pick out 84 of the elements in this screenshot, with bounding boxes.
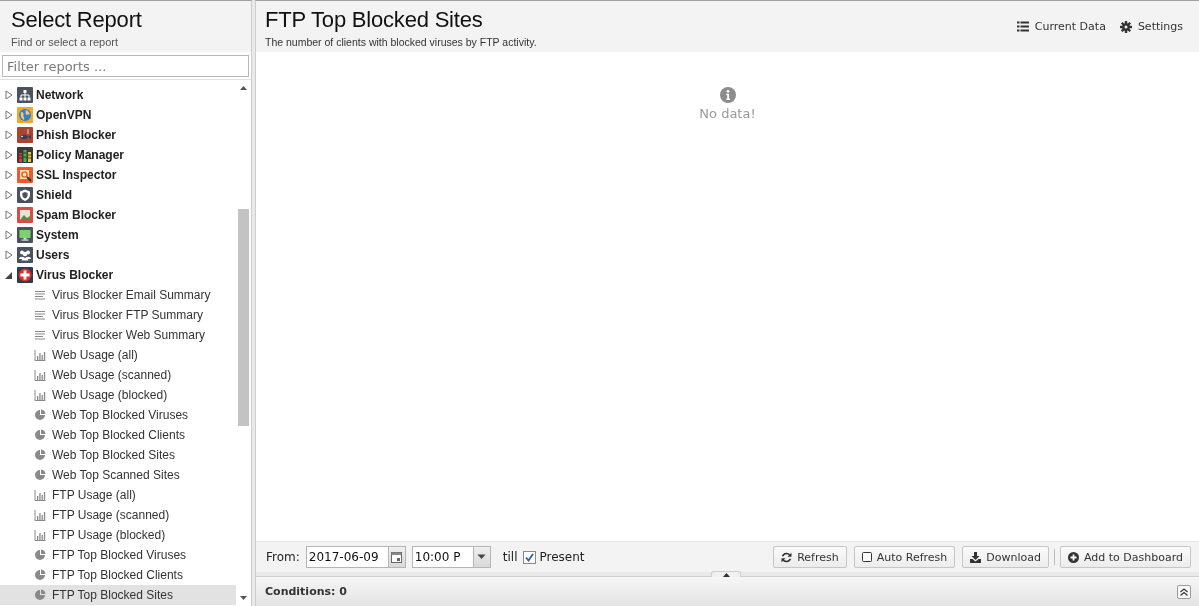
network-icon bbox=[17, 87, 33, 103]
bar-chart-icon bbox=[34, 389, 46, 401]
bar-chart-icon bbox=[34, 529, 46, 541]
double-chevron-icon bbox=[1180, 587, 1188, 596]
tree-item[interactable]: Spam Blocker bbox=[0, 205, 236, 225]
tree-item[interactable]: Virus Blocker bbox=[0, 265, 236, 285]
report-title: FTP Top Blocked Sites bbox=[265, 7, 483, 33]
fish-icon bbox=[17, 127, 33, 143]
pie-chart-icon bbox=[34, 449, 46, 461]
splitter-handle[interactable] bbox=[711, 571, 741, 577]
download-icon bbox=[970, 551, 982, 563]
tree-item[interactable]: FTP Usage (all) bbox=[0, 485, 236, 505]
users-icon bbox=[17, 247, 33, 263]
triangle-icon[interactable] bbox=[5, 270, 13, 280]
caret-down-icon bbox=[477, 554, 487, 560]
auto-refresh-button[interactable]: Auto Refresh bbox=[853, 546, 956, 568]
current-data-button[interactable]: Current Data bbox=[1016, 20, 1106, 33]
present-checkbox[interactable] bbox=[522, 550, 536, 564]
pie-chart-icon bbox=[34, 549, 46, 561]
panel-title: Select Report bbox=[11, 7, 142, 33]
tree-item[interactable]: Web Usage (blocked) bbox=[0, 385, 236, 405]
tree-item[interactable]: Virus Blocker Web Summary bbox=[0, 325, 236, 345]
tree-item[interactable]: FTP Top Blocked Clients bbox=[0, 565, 236, 585]
tree-item[interactable]: Web Usage (scanned) bbox=[0, 365, 236, 385]
collapse-button[interactable] bbox=[1177, 584, 1191, 599]
bar-chart-icon bbox=[34, 369, 46, 381]
date-field[interactable]: 2017-06-09 bbox=[305, 546, 389, 568]
picture-icon bbox=[17, 207, 33, 223]
pie-chart-icon bbox=[34, 429, 46, 441]
bar-chart-icon bbox=[34, 489, 46, 501]
tree-item[interactable]: Web Top Blocked Viruses bbox=[0, 405, 236, 425]
tree-item[interactable]: FTP Usage (scanned) bbox=[0, 505, 236, 525]
add-to-dashboard-button[interactable]: Add to Dashboard bbox=[1060, 546, 1191, 568]
tree-item[interactable]: FTP Top Blocked Viruses bbox=[0, 545, 236, 565]
monitor-icon bbox=[17, 227, 33, 243]
filter-field[interactable]: Filter reports ... bbox=[2, 55, 249, 77]
tree-item[interactable]: Web Top Scanned Sites bbox=[0, 465, 236, 485]
certificate-icon bbox=[17, 167, 33, 183]
bar-chart-icon bbox=[34, 349, 46, 361]
tree-item[interactable]: SSL Inspector bbox=[0, 165, 236, 185]
panel-subtitle: Find or select a report bbox=[11, 36, 119, 49]
empty-message: No data! bbox=[699, 106, 756, 121]
tree-item[interactable]: Web Top Blocked Sites bbox=[0, 445, 236, 465]
tree-item[interactable]: Web Top Blocked Clients bbox=[0, 425, 236, 445]
time-field[interactable]: 10:00 P bbox=[411, 546, 474, 568]
shield-icon bbox=[17, 187, 33, 203]
report-description: The number of clients with blocked viruses by FTP activity. bbox=[265, 36, 537, 49]
tree-item[interactable]: Shield bbox=[0, 185, 236, 205]
tree-item[interactable]: Users bbox=[0, 245, 236, 265]
tree-item[interactable]: OpenVPN bbox=[0, 105, 236, 125]
pie-chart-icon bbox=[34, 569, 46, 581]
tree-item[interactable]: Network bbox=[0, 85, 236, 105]
conditions-label: Conditions: 0 bbox=[265, 585, 347, 598]
bars-icon bbox=[17, 147, 33, 163]
lines-icon bbox=[34, 289, 46, 301]
cross-icon bbox=[17, 267, 33, 283]
pie-chart-icon bbox=[34, 469, 46, 481]
tree-item[interactable]: Policy Manager bbox=[0, 145, 236, 165]
pie-chart-icon bbox=[34, 589, 46, 601]
tree-item[interactable]: FTP Top Blocked Sites bbox=[0, 585, 236, 605]
info-icon bbox=[719, 87, 736, 103]
tree-item[interactable]: Web Usage (all) bbox=[0, 345, 236, 365]
tree-item[interactable]: System bbox=[0, 225, 236, 245]
present-label: Present bbox=[539, 550, 585, 564]
lines-icon bbox=[34, 329, 46, 341]
scrollbar-thumb[interactable] bbox=[238, 209, 249, 426]
pie-chart-icon bbox=[34, 409, 46, 421]
tree-item[interactable]: Virus Blocker FTP Summary bbox=[0, 305, 236, 325]
calendar-icon bbox=[391, 551, 403, 563]
tree-item[interactable]: FTP Usage (blocked) bbox=[0, 525, 236, 545]
bar-chart-icon bbox=[34, 509, 46, 521]
download-button[interactable]: Download bbox=[962, 546, 1049, 568]
from-label: From: bbox=[266, 550, 300, 564]
list-icon bbox=[1016, 21, 1029, 32]
settings-icon bbox=[1119, 20, 1132, 33]
settings-button[interactable]: Settings bbox=[1119, 20, 1183, 33]
lines-icon bbox=[34, 309, 46, 321]
tree-item[interactable]: Virus Blocker Email Summary bbox=[0, 285, 236, 305]
plus-circle-icon bbox=[1068, 551, 1079, 563]
refresh-button[interactable]: Refresh bbox=[773, 546, 847, 568]
till-label: till bbox=[502, 550, 518, 564]
tree-item[interactable]: Phish Blocker bbox=[0, 125, 236, 145]
globe-icon bbox=[17, 107, 33, 123]
refresh-icon bbox=[781, 551, 793, 563]
